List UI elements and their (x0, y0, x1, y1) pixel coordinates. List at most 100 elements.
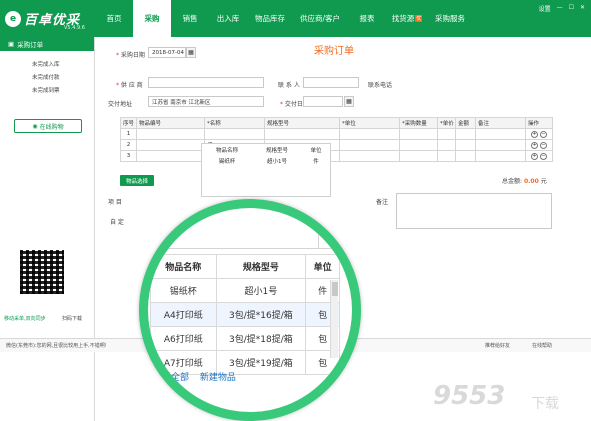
qr-code (20, 250, 64, 294)
nav-sales[interactable]: 销售 (171, 0, 209, 37)
add-row-icon[interactable]: + (531, 130, 538, 138)
col-header: 规格型号 (215, 254, 307, 279)
memo-cell[interactable] (475, 139, 526, 151)
sidebar-item-unreceived[interactable]: 未完成入库 (0, 57, 94, 70)
supplier-field[interactable] (148, 77, 264, 88)
more-options-button[interactable]: ··· (318, 227, 338, 249)
online-shopping-button[interactable]: ◉ 在线购物 (14, 119, 82, 133)
row-number: 2 (120, 139, 137, 151)
total-value: 0.00 (523, 178, 539, 185)
sidebar: ▣ 采购订单 未完成入库 未完成付款 未完成到票 ◉ 在线购物 移动采单,双向同… (0, 37, 95, 421)
suggestion-name: A6打印纸 (150, 326, 217, 351)
table-row[interactable]: 3 + − (120, 150, 553, 162)
top-navigation-bar: e 百卓优采 V5.4.9.6 首页 采购 销售 出入库 物品库存 供应商/客户… (0, 0, 591, 37)
suggestion-row[interactable]: A6打印纸 3包/提*18提/箱 包 (150, 326, 340, 351)
row-number: 3 (120, 150, 137, 162)
main-nav: 首页 采购 销售 出入库 物品库存 供应商/客户 报表 找货源优 采购服务 (95, 0, 473, 37)
sidebar-item-unpaid[interactable]: 未完成付款 (0, 70, 94, 83)
nav-suppliers-customers[interactable]: 供应商/客户 (293, 0, 347, 37)
order-lines-table: 序号 物品编号 *名称 规格型号 *单位 *采购数量 *单价 金额 备注 操作 … (120, 117, 553, 162)
minimize-icon[interactable]: — (557, 4, 563, 13)
qr-caption-sync[interactable]: 移动采单,双向同步 (4, 315, 46, 322)
col-header: *单价 (437, 117, 456, 129)
suggestion-row[interactable]: A4打印纸 3包/提*16提/箱 包 (150, 302, 340, 327)
maximize-icon[interactable]: ☐ (569, 4, 574, 13)
mini-popup-row[interactable]: 锡纸杯 超小1号 件 (202, 155, 330, 166)
purchase-date-label: * 采购日期 (116, 52, 145, 59)
nav-purchase[interactable]: 采购 (133, 0, 171, 37)
close-icon[interactable]: ✕ (580, 4, 585, 13)
table-row[interactable]: 2 纸 +− (120, 139, 553, 151)
suggestion-header-row: 物品名称 规格型号 单位 (150, 254, 340, 279)
purchase-date-field[interactable]: 2018-07-04 (148, 47, 186, 58)
unit-cell[interactable] (339, 139, 400, 151)
qty-cell[interactable] (399, 150, 438, 162)
select-goods-button[interactable]: 物品选择 (120, 175, 154, 186)
unit-cell[interactable] (339, 128, 400, 140)
col-header: 规格型号 (264, 117, 340, 129)
nav-reports[interactable]: 报表 (347, 0, 387, 37)
sidebar-item-uninvoiced[interactable]: 未完成到票 (0, 83, 94, 96)
nav-purchase-service[interactable]: 采购服务 (427, 0, 473, 37)
add-row-icon[interactable]: + (531, 141, 538, 149)
scrollbar-thumb[interactable] (332, 282, 338, 296)
memo-cell[interactable] (475, 128, 526, 140)
watermark-logo: 9553 (433, 381, 506, 411)
suggestion-row[interactable]: 锡纸杯 超小1号 件 (150, 278, 340, 303)
row-number: 1 (120, 128, 137, 140)
delivery-date-field[interactable] (303, 96, 343, 107)
nav-home[interactable]: 首页 (95, 0, 133, 37)
nav-inventory[interactable]: 物品库存 (247, 0, 293, 37)
unit-cell[interactable] (339, 150, 400, 162)
app-logo: e 百卓优采 V5.4.9.6 (0, 0, 95, 37)
nav-stock-io[interactable]: 出入库 (209, 0, 247, 37)
shopping-icon: ◉ (32, 122, 38, 130)
item-name-cell[interactable] (204, 128, 265, 140)
nav-badge: 优 (415, 15, 423, 22)
help-link[interactable]: 在线帮助 (532, 342, 552, 349)
item-code-cell[interactable] (136, 128, 205, 140)
nav-find-source-label: 找货源 (391, 14, 415, 23)
item-code-cell[interactable] (136, 150, 205, 162)
price-cell[interactable] (437, 150, 456, 162)
cart-icon: ▣ (8, 40, 15, 48)
spec-cell[interactable] (264, 128, 340, 140)
col-header: 金额 (455, 117, 476, 129)
amount-cell (455, 150, 476, 162)
remove-row-icon[interactable]: − (540, 130, 547, 138)
table-row[interactable]: 1 + − (120, 128, 553, 140)
sidebar-header[interactable]: ▣ 采购订单 (0, 37, 94, 51)
delivery-address-field[interactable]: 江苏省 南京市 江北新区 (148, 96, 264, 107)
supplier-label: * 供 应 商 (116, 82, 143, 89)
memo-cell[interactable] (475, 150, 526, 162)
item-code-cell[interactable] (136, 139, 205, 151)
settings-button[interactable]: 设置 (539, 4, 551, 13)
amount-cell (455, 139, 476, 151)
price-cell[interactable] (437, 139, 456, 151)
remove-row-icon[interactable]: − (540, 152, 547, 160)
new-item-link[interactable]: 新建物品 (200, 373, 236, 383)
calendar-icon[interactable]: ▦ (344, 96, 354, 107)
recommend-link[interactable]: 推荐给好友 (485, 342, 510, 349)
qr-caption-download[interactable]: 扫码下载 (62, 315, 82, 322)
price-cell[interactable] (437, 128, 456, 140)
contact-field[interactable] (303, 77, 359, 88)
col-header: 物品名称 (150, 254, 217, 279)
row-actions: + − (525, 150, 553, 162)
memo-textarea[interactable] (396, 193, 552, 229)
suggestion-name: A4打印纸 (150, 302, 217, 327)
col-header: 单位 (305, 254, 340, 279)
suggestion-footer: 查看全部 新建物品 (153, 370, 244, 383)
view-all-link[interactable]: 查看全部 (153, 373, 189, 383)
qty-cell[interactable] (399, 128, 438, 140)
item-suggestion-table: 物品名称 规格型号 单位 锡纸杯 超小1号 件 A4打印纸 3包/提*16提/箱… (150, 254, 340, 375)
nav-find-source[interactable]: 找货源优 (387, 0, 427, 37)
qty-cell[interactable] (399, 139, 438, 151)
suggestion-scrollbar[interactable] (330, 280, 338, 358)
project-label: 项 目 (108, 199, 122, 206)
sidebar-header-label: 采购订单 (17, 41, 44, 49)
add-row-icon[interactable]: + (531, 152, 538, 160)
remove-row-icon[interactable]: − (540, 141, 547, 149)
calendar-icon[interactable]: ▦ (186, 47, 196, 58)
page-title: 采购订单 (314, 46, 354, 57)
